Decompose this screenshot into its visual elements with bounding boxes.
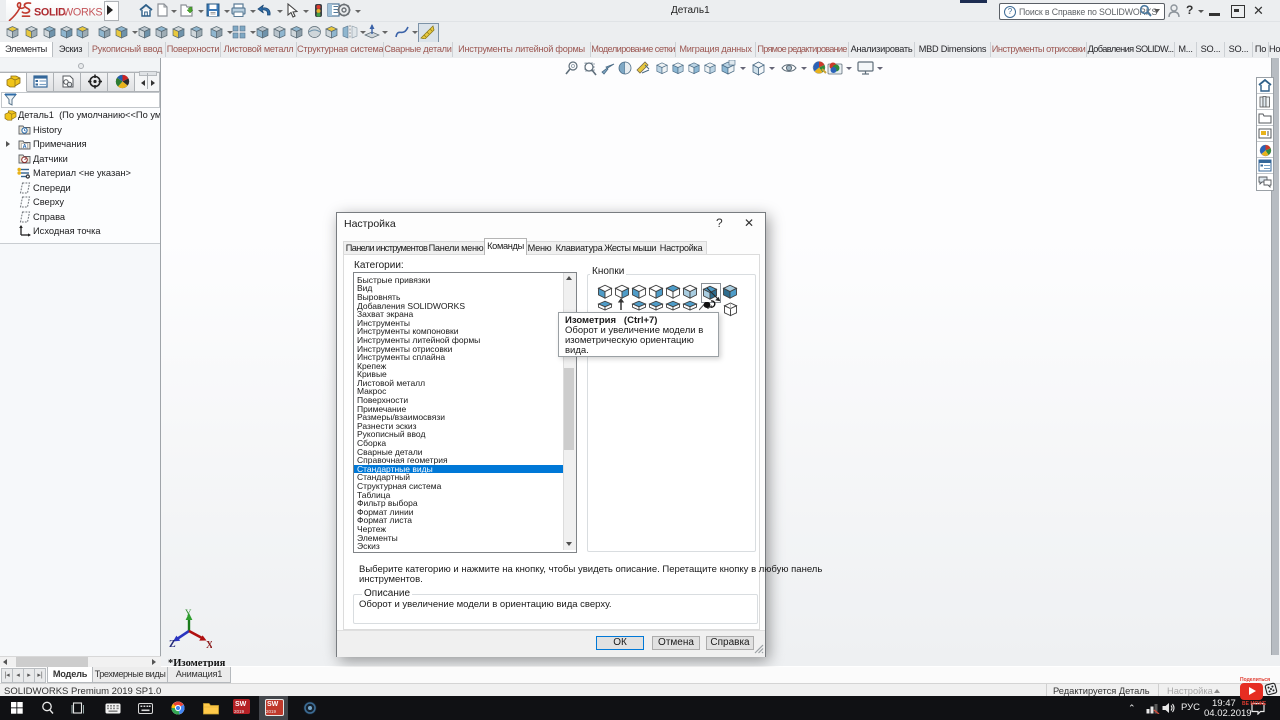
svg-text:SOLID: SOLID	[34, 7, 66, 19]
svg-text:WORKS: WORKS	[63, 7, 102, 19]
svg-text:X: X	[206, 640, 212, 648]
svg-text:Z: Z	[169, 639, 176, 648]
svg-text:A: A	[23, 144, 27, 150]
